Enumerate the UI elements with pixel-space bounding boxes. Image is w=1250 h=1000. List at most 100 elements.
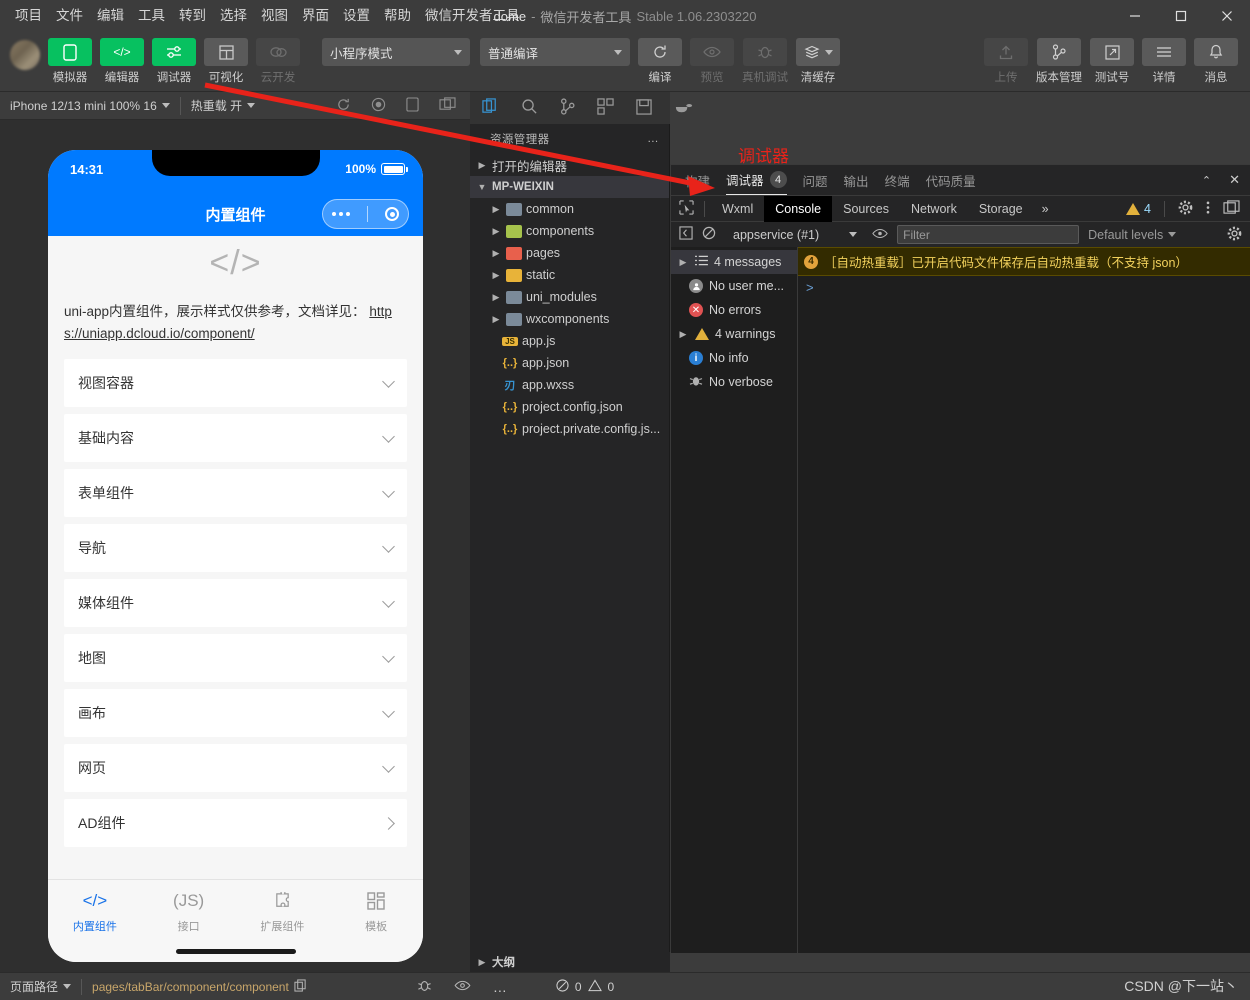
maximize-button[interactable] <box>1158 0 1204 32</box>
menu-item-file[interactable]: 文件 <box>49 4 90 28</box>
explorer-outline-section[interactable]: ▶ 大纲 <box>470 952 670 972</box>
accordion-item-webview[interactable]: 网页 <box>64 744 407 792</box>
menu-item-select[interactable]: 选择 <box>213 4 254 28</box>
accordion-item-navigation[interactable]: 导航 <box>64 524 407 572</box>
chevron-down-icon[interactable] <box>382 484 395 498</box>
record-icon[interactable] <box>371 97 386 115</box>
panel-tab-build[interactable]: 构建 <box>685 165 710 195</box>
accordion-item-basic-content[interactable]: 基础内容 <box>64 414 407 462</box>
device-select[interactable]: iPhone 12/13 mini 100% 16 <box>0 99 180 113</box>
console-prompt[interactable]: > <box>798 276 1250 299</box>
copy-icon[interactable] <box>294 978 307 995</box>
cloud-icon[interactable] <box>256 38 300 66</box>
tree-item-uni-modules[interactable]: ▶ uni_modules <box>470 286 669 308</box>
docker-icon[interactable] <box>674 100 693 117</box>
toolbar-clearcache[interactable]: 清缓存 <box>796 38 840 85</box>
chevron-right-icon[interactable] <box>382 816 395 830</box>
console-context-select[interactable]: appservice (#1) <box>733 228 858 242</box>
toolbar-preview[interactable]: 预览 <box>690 38 734 85</box>
console-filter-input[interactable]: Filter <box>897 225 1080 244</box>
toolbar-editor[interactable]: </> 编辑器 <box>100 38 144 85</box>
warning-count-chip[interactable]: 4 <box>1126 202 1151 216</box>
menu-item-view[interactable]: 视图 <box>254 4 295 28</box>
chevron-right-icon[interactable]: ▶ <box>476 160 488 171</box>
extensions-icon[interactable] <box>597 98 614 118</box>
toolbar-debugger[interactable]: 调试器 <box>152 38 196 85</box>
tree-item-pages[interactable]: ▶ pages <box>470 242 669 264</box>
toolbar-detail[interactable]: 详情 <box>1142 38 1186 85</box>
sidebar-toggle-icon[interactable] <box>679 226 693 243</box>
chevron-right-icon[interactable]: ▶ <box>677 329 689 340</box>
eye-icon[interactable] <box>690 38 734 66</box>
eye-icon[interactable] <box>872 228 888 242</box>
refresh-icon[interactable] <box>336 97 351 115</box>
accordion-item-view-container[interactable]: 视图容器 <box>64 359 407 407</box>
console-sidebar-user-messages[interactable]: No user me... <box>671 274 797 298</box>
avatar[interactable] <box>10 40 40 70</box>
toolbar-testid[interactable]: 测试号 <box>1090 38 1134 85</box>
devtools-tab-sources[interactable]: Sources <box>832 196 900 222</box>
chevron-right-icon[interactable]: ▶ <box>677 257 689 268</box>
panel-tab-debugger[interactable]: 调试器 4 <box>726 165 787 195</box>
rotate-icon[interactable] <box>406 96 419 115</box>
menu-item-project[interactable]: 项目 <box>8 4 49 28</box>
layout-icon[interactable] <box>204 38 248 66</box>
chevron-down-icon[interactable] <box>382 759 395 773</box>
tree-item-components[interactable]: ▶ components <box>470 220 669 242</box>
chevron-down-icon[interactable] <box>382 429 395 443</box>
accordion-item-form[interactable]: 表单组件 <box>64 469 407 517</box>
chevron-down-icon[interactable] <box>382 539 395 553</box>
clear-console-icon[interactable] <box>702 226 716 243</box>
kebab-menu-icon[interactable] <box>1206 200 1210 218</box>
tab-builtin-components[interactable]: </> 内置组件 <box>48 880 142 962</box>
console-output[interactable]: 4 ［自动热重载］已开启代码文件保存后自动热重载（不支持 json） > <box>798 247 1250 953</box>
menu-item-help[interactable]: 帮助 <box>377 4 418 28</box>
save-icon[interactable] <box>636 98 652 118</box>
toolbar-compile[interactable]: 编译 <box>638 38 682 85</box>
toolbar-simulator[interactable]: 模拟器 <box>48 38 92 85</box>
menu-item-ui[interactable]: 界面 <box>295 4 336 28</box>
compile-select-cell[interactable]: 普通编译 <box>480 38 630 66</box>
close-button[interactable] <box>1204 0 1250 32</box>
dock-icon[interactable] <box>1223 199 1240 218</box>
console-sidebar-messages[interactable]: ▶ 4 messages <box>671 250 797 274</box>
search-icon[interactable] <box>521 98 538 118</box>
menu-item-devtools[interactable]: 微信开发者工具 <box>418 4 527 28</box>
accordion-item-map[interactable]: 地图 <box>64 634 407 682</box>
multi-window-icon[interactable] <box>439 96 456 115</box>
explorer-section-project[interactable]: ▼ MP-WEIXIN <box>470 176 669 198</box>
close-panel-icon[interactable]: ✕ <box>1229 172 1240 188</box>
tree-item-app-wxss[interactable]: 刃 app.wxss <box>470 374 669 396</box>
minimize-button[interactable] <box>1112 0 1158 32</box>
devtools-tab-console[interactable]: Console <box>764 195 833 222</box>
menu-item-tools[interactable]: 工具 <box>131 4 172 28</box>
capsule-close-icon[interactable] <box>385 207 400 221</box>
bug-icon[interactable] <box>417 978 432 996</box>
console-sidebar-errors[interactable]: ✕ No errors <box>671 298 797 322</box>
page-path-select[interactable]: 页面路径 <box>0 978 81 995</box>
tree-item-app-json[interactable]: {..} app.json <box>470 352 669 374</box>
devtools-tab-network[interactable]: Network <box>900 196 968 222</box>
panel-tab-code-quality[interactable]: 代码质量 <box>926 165 976 195</box>
toolbar-visual[interactable]: 可视化 <box>204 38 248 85</box>
devtools-tab-storage[interactable]: Storage <box>968 196 1034 222</box>
external-link-icon[interactable] <box>1090 38 1134 66</box>
console-sidebar-info[interactable]: i No info <box>671 346 797 370</box>
toolbar-cloud[interactable]: 云开发 <box>256 38 300 85</box>
chevron-down-icon[interactable] <box>382 374 395 388</box>
toolbar-version[interactable]: 版本管理 <box>1036 38 1082 85</box>
chevron-right-icon[interactable]: ▶ <box>490 270 502 281</box>
wechat-capsule[interactable] <box>322 199 409 229</box>
cursor-select-icon[interactable] <box>679 199 704 218</box>
chevron-down-icon[interactable] <box>382 649 395 663</box>
accordion-item-canvas[interactable]: 画布 <box>64 689 407 737</box>
bug-icon[interactable] <box>743 38 787 66</box>
console-sidebar-warnings[interactable]: ▶ 4 warnings <box>671 322 797 346</box>
gear-icon[interactable] <box>1227 226 1242 244</box>
tree-item-project-config[interactable]: {..} project.config.json <box>470 396 669 418</box>
branch-icon[interactable] <box>1037 38 1081 66</box>
menu-icon[interactable] <box>1142 38 1186 66</box>
compile-select[interactable]: 普通编译 <box>480 38 630 66</box>
chevron-right-icon[interactable]: ▶ <box>490 248 502 259</box>
toolbar-realdevice[interactable]: 真机调试 <box>742 38 788 85</box>
